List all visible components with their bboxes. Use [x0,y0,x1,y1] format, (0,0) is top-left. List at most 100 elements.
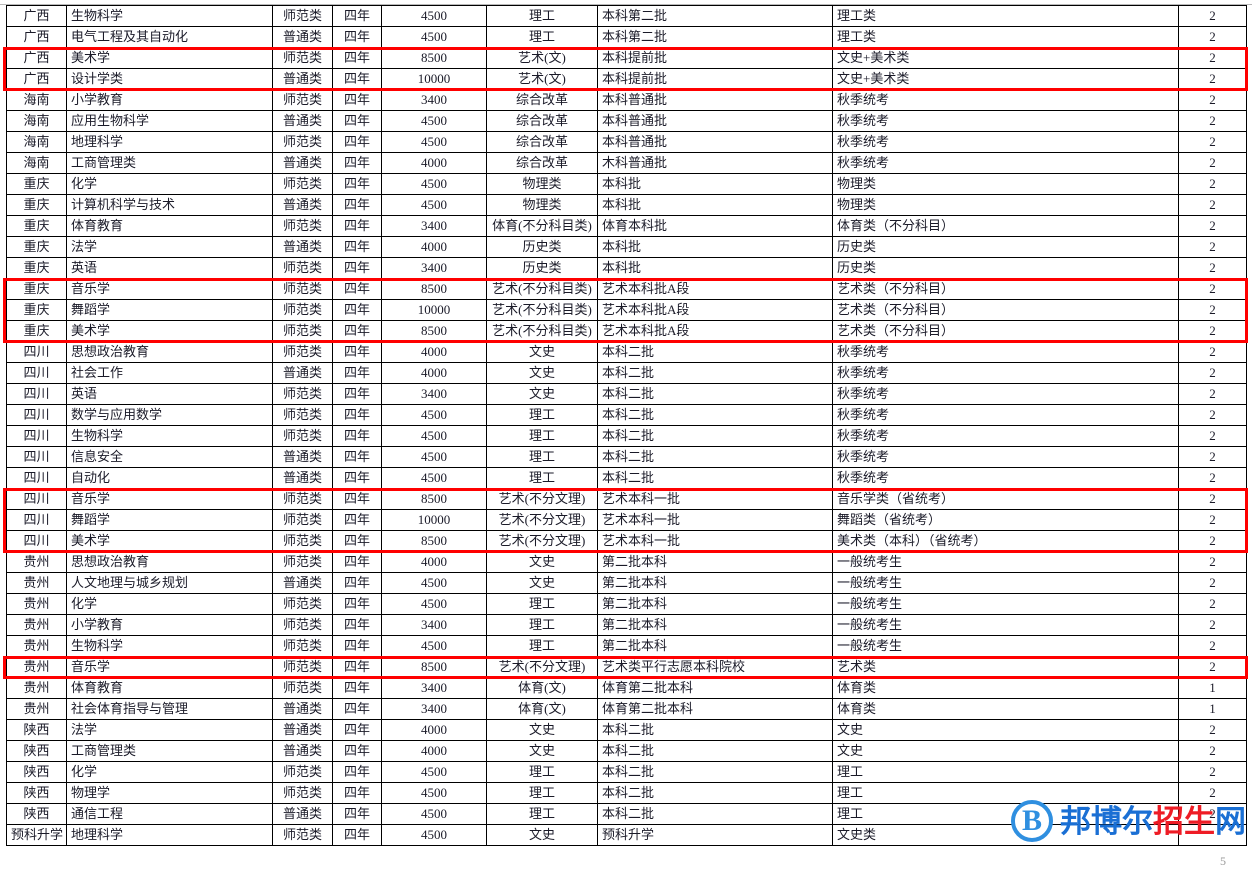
cell-subject: 文史 [486,383,598,405]
cell-exam_category: 秋季统考 [832,425,1179,447]
cell-category: 师范类 [272,278,333,300]
cell-batch: 本科批 [597,257,833,279]
cell-major: 电气工程及其自动化 [66,26,273,48]
cell-batch: 本科批 [597,194,833,216]
cell-exam_category: 一般统考生 [832,614,1179,636]
cell-exam_category: 艺术类（不分科目） [832,278,1179,300]
cell-province: 广西 [6,5,67,27]
cell-count: 2 [1178,68,1247,90]
cell-category: 师范类 [272,341,333,363]
cell-exam_category: 音乐学类（省统考） [832,488,1179,510]
cell-batch: 本科第二批 [597,26,833,48]
cell-subject: 艺术(不分文理) [486,509,598,531]
cell-count: 2 [1178,5,1247,27]
table-row: 贵州 音乐学 师范类 四年 8500 艺术(不分文理) 艺术类平行志愿本科院校 艺术类 2 [6,656,1247,678]
cell-category: 普通类 [272,152,333,174]
table-row: 贵州 生物科学 师范类 四年 4500 理工 第二批本科 一般统考生 2 [6,635,1247,657]
cell-exam_category: 一般统考生 [832,551,1179,573]
cell-tuition: 10000 [381,509,487,531]
cell-subject: 理工 [486,5,598,27]
cell-batch: 体育本科批 [597,215,833,237]
cell-province: 重庆 [6,299,67,321]
cell-batch: 本科二批 [597,404,833,426]
cell-tuition: 4500 [381,425,487,447]
cell-subject: 体育(文) [486,677,598,699]
cell-count: 2 [1178,551,1247,573]
cell-subject: 理工 [486,614,598,636]
cell-province: 陕西 [6,740,67,762]
watermark-text-part2: 招生 [1153,803,1215,839]
cell-subject: 体育(文) [486,698,598,720]
cell-major: 法学 [66,236,273,258]
table-row: 海南 地理科学 师范类 四年 4500 综合改革 本科普通批 秋季统考 2 [6,131,1247,153]
cell-duration: 四年 [332,698,382,720]
cell-category: 师范类 [272,404,333,426]
cell-duration: 四年 [332,740,382,762]
cell-duration: 四年 [332,824,382,846]
cell-count: 2 [1178,593,1247,615]
cell-subject: 综合改革 [486,152,598,174]
table-row: 贵州 思想政治教育 师范类 四年 4000 文史 第二批本科 一般统考生 2 [6,551,1247,573]
cell-province: 重庆 [6,278,67,300]
cell-exam_category: 舞蹈类（省统考） [832,509,1179,531]
table-row: 陕西 法学 普通类 四年 4000 文史 本科二批 文史 2 [6,719,1247,741]
cell-major: 体育教育 [66,677,273,699]
cell-category: 师范类 [272,257,333,279]
cell-tuition: 4500 [381,761,487,783]
cell-exam_category: 秋季统考 [832,404,1179,426]
cell-batch: 本科二批 [597,362,833,384]
cell-tuition: 4000 [381,740,487,762]
cell-category: 师范类 [272,383,333,405]
table-row: 重庆 法学 普通类 四年 4000 历史类 本科批 历史类 2 [6,236,1247,258]
cell-duration: 四年 [332,152,382,174]
cell-batch: 第二批本科 [597,593,833,615]
cell-tuition: 3400 [381,677,487,699]
table-row: 重庆 化学 师范类 四年 4500 物理类 本科批 物理类 2 [6,173,1247,195]
cell-subject: 体育(不分科目类) [486,215,598,237]
cell-batch: 艺术本科一批 [597,488,833,510]
cell-major: 人文地理与城乡规划 [66,572,273,594]
cell-count: 2 [1178,152,1247,174]
cell-count: 2 [1178,572,1247,594]
cell-major: 生物科学 [66,5,273,27]
cell-province: 重庆 [6,173,67,195]
cell-subject: 理工 [486,803,598,825]
cell-duration: 四年 [332,719,382,741]
cell-province: 广西 [6,47,67,69]
cell-subject: 艺术(不分文理) [486,656,598,678]
table-row: 贵州 小学教育 师范类 四年 3400 理工 第二批本科 一般统考生 2 [6,614,1247,636]
cell-count: 2 [1178,236,1247,258]
cell-major: 生物科学 [66,635,273,657]
cell-major: 应用生物科学 [66,110,273,132]
cell-major: 美术学 [66,320,273,342]
table-row: 四川 思想政治教育 师范类 四年 4000 文史 本科二批 秋季统考 2 [6,341,1247,363]
cell-batch: 本科第二批 [597,5,833,27]
enrollment-plan-table-container: 广西 生物科学 师范类 四年 4500 理工 本科第二批 理工类 2 广西 电气工程及其自动化 普通类… [6,5,1247,846]
cell-province: 四川 [6,530,67,552]
cell-major: 小学教育 [66,614,273,636]
cell-subject: 理工 [486,635,598,657]
cell-count: 2 [1178,194,1247,216]
cell-province: 海南 [6,131,67,153]
table-row: 四川 美术学 师范类 四年 8500 艺术(不分文理) 艺术本科一批 美术类（本科）（省统考）… [6,530,1247,552]
cell-province: 广西 [6,68,67,90]
cell-major: 设计学类 [66,68,273,90]
cell-tuition: 4500 [381,593,487,615]
cell-count: 2 [1178,278,1247,300]
cell-province: 四川 [6,404,67,426]
cell-major: 英语 [66,257,273,279]
cell-batch: 本科二批 [597,425,833,447]
cell-category: 师范类 [272,488,333,510]
cell-batch: 艺术本科一批 [597,509,833,531]
table-row: 重庆 音乐学 师范类 四年 8500 艺术(不分科目类) 艺术本科批A段 艺术类（不分科目） 2 [6,278,1247,300]
cell-subject: 物理类 [486,194,598,216]
cell-tuition: 4500 [381,26,487,48]
cell-duration: 四年 [332,131,382,153]
cell-count: 2 [1178,215,1247,237]
cell-subject: 理工 [486,425,598,447]
cell-province: 海南 [6,110,67,132]
cell-duration: 四年 [332,404,382,426]
cell-duration: 四年 [332,257,382,279]
cell-major: 地理科学 [66,131,273,153]
cell-duration: 四年 [332,173,382,195]
